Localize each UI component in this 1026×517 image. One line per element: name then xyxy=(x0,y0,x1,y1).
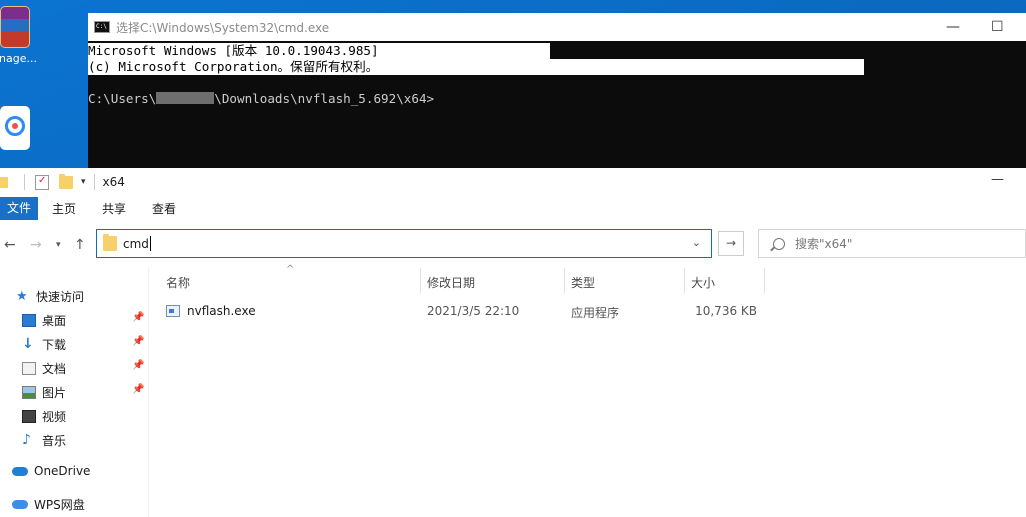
cloud-icon xyxy=(12,466,28,476)
customize-toolbar-icon[interactable]: ▾ xyxy=(81,177,86,187)
minimize-button[interactable]: — xyxy=(946,19,960,35)
tab-file[interactable]: 文件 xyxy=(0,197,39,220)
sidebar-item-desktop[interactable]: 桌面 xyxy=(22,312,66,329)
sidebar-item-videos[interactable]: 视频 xyxy=(22,408,66,425)
pin-icon: 📌 xyxy=(132,360,145,371)
explorer-window: ✓ ▾ x64 — 文件 主页 共享 查看 ← → ▾ ↑ cmd ⌄ → 搜索… xyxy=(0,168,1026,517)
folder-icon xyxy=(103,234,117,251)
window-title: x64 xyxy=(102,175,125,189)
pin-icon: 📌 xyxy=(132,336,145,347)
sidebar-item-label: 视频 xyxy=(42,410,67,424)
quick-access-toolbar: ✓ ▾ x64 — xyxy=(0,168,1026,196)
desktop-icon-baidu-netdisk[interactable] xyxy=(0,106,44,154)
sidebar-item-label: 文档 xyxy=(42,362,67,376)
recent-locations-chevron-icon[interactable]: ▾ xyxy=(56,240,61,250)
cmd-title: 选择C:\Windows\System32\cmd.exe xyxy=(116,20,330,35)
column-header-name[interactable]: 名称 xyxy=(166,274,190,291)
sidebar-item-downloads[interactable]: ↓ 下载 xyxy=(22,336,66,353)
address-bar-row: ← → ▾ ↑ cmd ⌄ → 搜索"x64" xyxy=(0,229,1026,261)
search-placeholder: 搜索"x64" xyxy=(795,237,853,251)
file-row[interactable]: nvflash.exe 2021/3/5 22:10 应用程序 10,736 K… xyxy=(160,302,780,322)
column-header-size[interactable]: 大小 xyxy=(691,274,715,291)
file-date: 2021/3/5 22:10 xyxy=(427,304,520,318)
up-arrow-icon[interactable]: ↑ xyxy=(74,237,86,253)
cmd-window[interactable]: 选择C:\Windows\System32\cmd.exe — ☐ Micros… xyxy=(88,13,1026,168)
address-input[interactable]: cmd ⌄ xyxy=(96,229,712,258)
forward-arrow-icon[interactable]: → xyxy=(30,237,42,253)
column-divider[interactable] xyxy=(764,268,765,294)
cmd-title-bar[interactable]: 选择C:\Windows\System32\cmd.exe — ☐ xyxy=(88,13,1026,41)
redacted-username xyxy=(156,92,215,104)
document-icon xyxy=(22,362,36,375)
download-icon: ↓ xyxy=(22,336,34,352)
console-prompt: C:\Users\ \Downloads\nvflash_5.692\x64> xyxy=(88,91,434,107)
search-icon xyxy=(773,237,785,250)
column-header-row: 名称 修改日期 类型 大小 xyxy=(158,268,858,294)
prompt-suffix: \Downloads\nvflash_5.692\x64> xyxy=(214,91,435,106)
desktop-icon-label: nage... xyxy=(0,52,37,65)
sidebar-item-label: 快速访问 xyxy=(36,290,85,304)
sidebar-item-wps-cloud[interactable]: WPS网盘 xyxy=(12,496,85,513)
star-icon: ★ xyxy=(16,289,28,304)
winrar-icon xyxy=(0,6,30,48)
sidebar-item-documents[interactable]: 文档 xyxy=(22,360,66,377)
column-header-date[interactable]: 修改日期 xyxy=(427,274,475,291)
file-type: 应用程序 xyxy=(571,306,620,320)
pin-icon: 📌 xyxy=(132,312,145,323)
cloud-icon xyxy=(12,500,28,509)
sidebar-item-label: 下载 xyxy=(42,338,67,352)
chevron-down-icon[interactable]: ⌄ xyxy=(692,236,701,249)
navigation-pane: ★ 快速访问 桌面 📌 ↓ 下载 📌 文档 📌 图片 📌 视频 ♪ 音乐 One… xyxy=(0,268,149,517)
sidebar-item-label: 音乐 xyxy=(42,434,67,448)
sidebar-item-pictures[interactable]: 图片 xyxy=(22,384,66,401)
sidebar-item-label: WPS网盘 xyxy=(34,498,85,512)
sidebar-item-music[interactable]: ♪ 音乐 xyxy=(22,432,66,449)
desktop-icon-winrar[interactable]: nage... xyxy=(0,6,44,65)
file-size: 10,736 KB xyxy=(695,304,757,318)
sidebar-item-label: OneDrive xyxy=(34,464,91,478)
tab-share[interactable]: 共享 xyxy=(89,200,139,217)
pin-icon: 📌 xyxy=(132,384,145,395)
column-divider[interactable] xyxy=(564,268,565,294)
ribbon-tabs: 文件 主页 共享 查看 xyxy=(0,196,1026,221)
picture-icon xyxy=(22,386,36,399)
search-input[interactable]: 搜索"x64" xyxy=(758,229,1026,258)
text-caret xyxy=(149,236,151,251)
console-line-version: Microsoft Windows [版本 10.0.19043.985] xyxy=(88,43,550,59)
tab-view[interactable]: 查看 xyxy=(139,200,189,217)
maximize-button[interactable]: ☐ xyxy=(991,19,1004,35)
application-icon xyxy=(166,305,180,317)
file-name: nvflash.exe xyxy=(187,304,256,318)
desktop-icon xyxy=(22,314,36,327)
back-arrow-icon[interactable]: ← xyxy=(4,237,16,253)
prompt-prefix: C:\Users\ xyxy=(88,91,157,106)
sidebar-item-onedrive[interactable]: OneDrive xyxy=(12,464,90,478)
toolbar-divider xyxy=(24,174,25,190)
go-arrow-button[interactable]: → xyxy=(718,231,744,256)
video-icon xyxy=(22,410,36,423)
console-icon xyxy=(94,21,110,33)
new-folder-icon[interactable] xyxy=(59,173,73,189)
address-value: cmd xyxy=(123,236,149,251)
folder-icon xyxy=(0,176,8,188)
sidebar-item-label: 图片 xyxy=(42,386,67,400)
tab-home[interactable]: 主页 xyxy=(38,200,89,217)
toolbar-divider xyxy=(93,174,95,190)
minimize-button[interactable]: — xyxy=(991,172,1004,187)
column-divider[interactable] xyxy=(684,268,685,294)
column-header-type[interactable]: 类型 xyxy=(571,274,595,291)
console-line-copyright: (c) Microsoft Corporation。保留所有权利。 xyxy=(88,59,864,75)
column-divider[interactable] xyxy=(420,268,421,294)
baidu-netdisk-icon xyxy=(0,106,30,150)
music-icon: ♪ xyxy=(22,432,31,448)
sidebar-item-quick-access[interactable]: ★ 快速访问 xyxy=(16,288,84,305)
sidebar-item-label: 桌面 xyxy=(42,314,67,328)
properties-icon[interactable]: ✓ xyxy=(35,174,49,190)
